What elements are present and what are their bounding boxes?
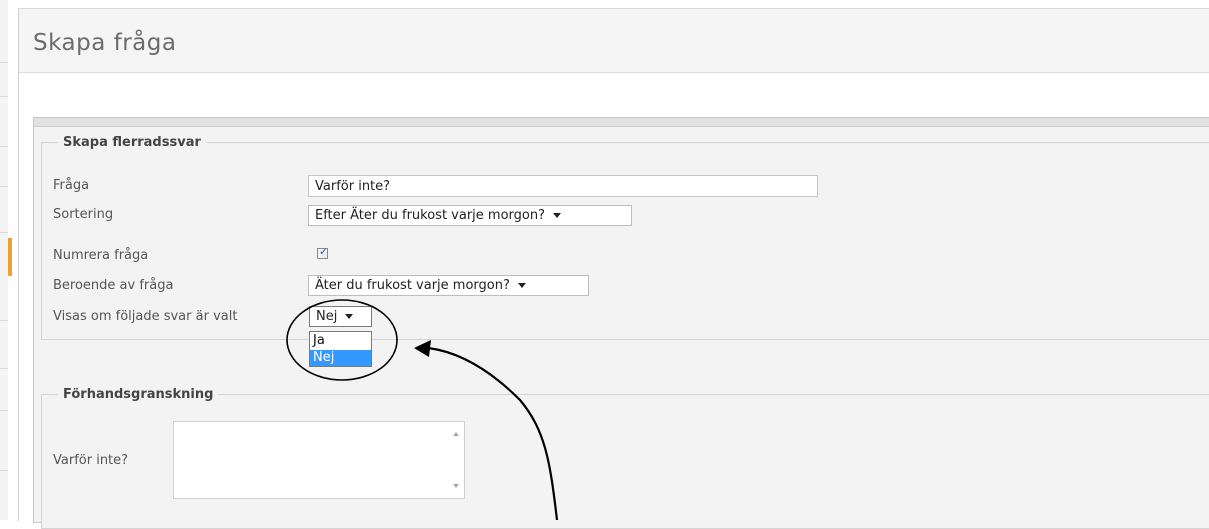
- option-ja[interactable]: Ja: [310, 333, 371, 349]
- sorting-label: Sortering: [53, 207, 114, 222]
- create-section-legend: Skapa flerradssvar: [63, 135, 201, 150]
- page-title: Skapa fråga: [33, 30, 177, 56]
- shown-if-select[interactable]: Nej: [309, 306, 372, 327]
- shown-if-select-value: Nej: [316, 309, 338, 324]
- sorting-select-value: Efter Äter du frukost varje morgon?: [315, 208, 546, 223]
- scroll-down-icon[interactable]: [453, 484, 459, 488]
- number-question-checkbox[interactable]: ✓: [317, 245, 329, 259]
- chevron-down-icon: [345, 314, 354, 319]
- panel-header-strip: [34, 118, 1209, 127]
- sorting-select[interactable]: Efter Äter du frukost varje morgon?: [308, 205, 632, 226]
- depends-on-label: Beroende av fråga: [53, 278, 174, 293]
- depends-on-select[interactable]: Äter du frukost varje morgon?: [308, 275, 589, 296]
- rail-accent-wrap: [0, 0, 12, 520]
- preview-question-label: Varför inte?: [53, 453, 129, 468]
- preview-section-legend: Förhandsgranskning: [63, 387, 214, 402]
- scroll-up-icon[interactable]: [453, 432, 459, 436]
- rail-active-marker: [8, 238, 12, 276]
- chevron-down-icon: [517, 283, 526, 288]
- check-icon: ✓: [319, 245, 329, 258]
- preview-answer-textarea[interactable]: [173, 421, 465, 499]
- chevron-down-icon: [553, 213, 562, 218]
- option-nej[interactable]: Nej: [310, 350, 371, 366]
- number-question-label: Numrera fråga: [53, 248, 149, 263]
- title-bar: Skapa fråga: [19, 9, 1209, 73]
- shown-if-label: Visas om följade svar är valt: [53, 309, 238, 324]
- question-label: Fråga: [53, 178, 90, 193]
- shown-if-options-list[interactable]: Ja Nej: [309, 331, 372, 367]
- question-input[interactable]: [308, 175, 818, 197]
- depends-on-select-value: Äter du frukost varje morgon?: [315, 278, 510, 293]
